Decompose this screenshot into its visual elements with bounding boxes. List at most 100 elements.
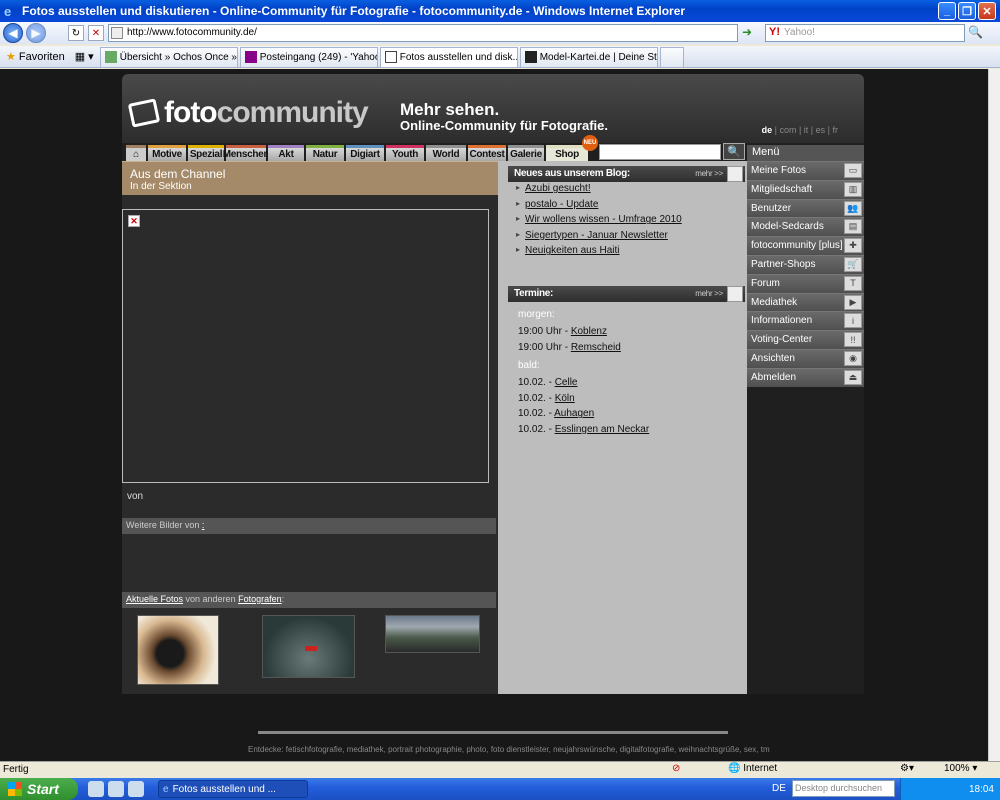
event-place-link[interactable]: Koblenz <box>571 326 607 337</box>
nav-contest[interactable]: Contest <box>468 145 506 161</box>
menu-item-my-photos[interactable]: Meine Fotos ▭ <box>747 161 864 180</box>
menu-item-info[interactable]: Informationen i <box>747 311 864 331</box>
home-icon[interactable]: ⌂ <box>126 145 146 161</box>
taskbar-item-ie[interactable]: e Fotos ausstellen und ... <box>158 780 308 798</box>
lang-fr[interactable]: fr <box>833 125 839 135</box>
menu-item-logout[interactable]: Abmelden ⏏ <box>747 367 864 387</box>
blog-item[interactable]: Azubi gesucht! <box>516 183 682 199</box>
new-tab-button[interactable] <box>659 46 684 67</box>
lang-es[interactable]: es <box>816 125 826 135</box>
slogan-subtitle: Online-Community für Fotografie. <box>400 118 608 133</box>
blog-item[interactable]: Siegertypen - Januar Newsletter <box>516 230 682 246</box>
channel-image[interactable]: ✕ <box>122 209 489 483</box>
nav-motive[interactable]: Motive <box>148 145 186 161</box>
blog-item[interactable]: postalo - Update <box>516 199 682 215</box>
maximize-button[interactable]: ❐ <box>958 2 976 20</box>
menu-item-label: Ansichten <box>751 352 795 364</box>
search-input[interactable]: Y! Yahoo! <box>765 24 965 42</box>
menu-header: Menü <box>747 145 864 161</box>
menu-item-forum[interactable]: Forum T <box>747 273 864 293</box>
nav-natur[interactable]: Natur <box>306 145 344 161</box>
desktop-search-input[interactable]: Desktop durchsuchen <box>792 780 895 797</box>
event-time: 10.02. - <box>518 392 555 404</box>
event-place-link[interactable]: Auhagen <box>554 408 594 419</box>
start-label: Start <box>27 781 59 797</box>
minimize-button[interactable]: _ <box>938 2 956 20</box>
slogan-title: Mehr sehen. <box>400 100 500 119</box>
menu-item-views[interactable]: Ansichten ◉ <box>747 348 864 368</box>
event-place-link[interactable]: Köln <box>555 393 575 404</box>
blog-item[interactable]: Wir wollens wissen - Umfrage 2010 <box>516 214 682 230</box>
nav-menschen[interactable]: Menschen <box>223 145 270 161</box>
quicklaunch-icon-1[interactable] <box>88 781 104 797</box>
site-header: foto community Mehr sehen. Online-Communi… <box>122 74 864 143</box>
browser-tab[interactable]: Model-Kartei.de | Deine Start... <box>519 46 658 67</box>
quick-tabs-button[interactable]: ▦ ▾ <box>71 47 98 67</box>
more-images-link[interactable]: : <box>202 520 205 530</box>
language-indicator[interactable]: DE <box>772 783 786 794</box>
nav-youth[interactable]: Youth <box>386 145 424 161</box>
security-icon: ⊘ <box>672 763 681 774</box>
forward-button[interactable]: ▶ <box>26 23 46 43</box>
thumbnail-racetrack[interactable] <box>262 615 355 678</box>
search-icon[interactable]: 🔍 <box>968 25 983 39</box>
yahoo-icon: Y! <box>769 26 780 38</box>
event-place-link[interactable]: Celle <box>555 377 578 388</box>
zoom-control[interactable]: 100% ▾ <box>944 763 977 774</box>
quicklaunch-ie-icon[interactable] <box>128 781 144 797</box>
back-button[interactable]: ◀ <box>3 23 23 43</box>
lang-it[interactable]: it <box>804 125 809 135</box>
blog-more-link[interactable]: mehr >> <box>695 169 723 178</box>
browser-tab[interactable]: Posteingang (249) - 'Yahoo! ... <box>239 46 378 67</box>
nav-galerie[interactable]: Galerie <box>508 145 544 161</box>
blog-column: Neues aus unserem Blog: mehr >> Azubi ge… <box>498 161 747 694</box>
page-icon <box>111 27 123 39</box>
recent-photos-link[interactable]: Aktuelle Fotos <box>126 594 183 604</box>
nav-shop[interactable]: Shop <box>546 145 588 161</box>
browser-tab[interactable]: Übersicht » Ochos Once » Ha... <box>99 46 238 67</box>
site-search-input[interactable] <box>599 144 721 160</box>
event-place-link[interactable]: Remscheid <box>571 342 621 353</box>
lang-de[interactable]: de <box>762 125 773 135</box>
protected-mode-icon[interactable]: ⚙▾ <box>900 763 914 774</box>
clock[interactable]: 18:04 <box>969 784 994 795</box>
menu-item-voting[interactable]: Voting-Center!! <box>747 330 864 349</box>
quicklaunch-icon-2[interactable] <box>108 781 124 797</box>
lang-com[interactable]: com <box>779 125 796 135</box>
close-button[interactable]: ✕ <box>978 2 996 20</box>
menu-item-users[interactable]: Benutzer 👥 <box>747 198 864 218</box>
nav-akt[interactable]: Akt <box>268 145 304 161</box>
url-text: http://www.fotocommunity.de/ <box>127 27 257 38</box>
blog-item[interactable]: Neuigkeiten aus Haiti <box>516 245 682 261</box>
menu-item-mediathek[interactable]: Mediathek ▶ <box>747 292 864 312</box>
site-logo[interactable]: foto community <box>127 96 369 130</box>
membership-icon: ▥ <box>844 181 862 197</box>
tab-icon <box>104 51 117 63</box>
menu-item-label: Partner-Shops <box>751 258 816 270</box>
tab-label: Posteingang (249) - 'Yahoo! ... <box>259 51 377 63</box>
stop-button[interactable]: ✕ <box>88 25 104 41</box>
events-more-link[interactable]: mehr >> <box>695 289 723 298</box>
menu-item-partner-shops[interactable]: Partner-Shops 🛒 <box>747 254 864 274</box>
event-row: 19:00 Uhr - Koblenz <box>518 326 649 342</box>
photographers-link[interactable]: Fotografen <box>238 594 282 604</box>
favorites-button[interactable]: ★ Favoriten <box>0 47 71 67</box>
go-button[interactable]: ➜ <box>742 25 758 41</box>
menu-item-label: Mediathek <box>751 296 798 308</box>
menu-item-plus[interactable]: fotocommunity [plus] ✚ <box>747 236 864 255</box>
site-search-icon[interactable]: 🔍 <box>723 143 745 160</box>
thumbnail-road[interactable] <box>385 615 480 653</box>
event-row: 10.02. - Esslingen am Neckar <box>518 424 649 440</box>
refresh-button[interactable]: ↻ <box>68 25 84 41</box>
nav-world[interactable]: World <box>426 145 466 161</box>
event-place-link[interactable]: Esslingen am Neckar <box>555 424 649 435</box>
nav-digiart[interactable]: Digiart <box>346 145 384 161</box>
browser-tab-active[interactable]: Fotos ausstellen und disk...✕ <box>379 46 518 67</box>
start-button[interactable]: Start <box>0 778 78 800</box>
menu-item-sedcards[interactable]: Model-Sedcards ▤ <box>747 217 864 237</box>
menu-item-membership[interactable]: Mitgliedschaft ▥ <box>747 179 864 199</box>
address-input[interactable]: http://www.fotocommunity.de/ <box>108 24 738 42</box>
thumbnail-portrait[interactable] <box>137 615 219 685</box>
nav-spezial[interactable]: Spezial <box>188 145 224 161</box>
vertical-scrollbar[interactable] <box>988 69 1000 761</box>
